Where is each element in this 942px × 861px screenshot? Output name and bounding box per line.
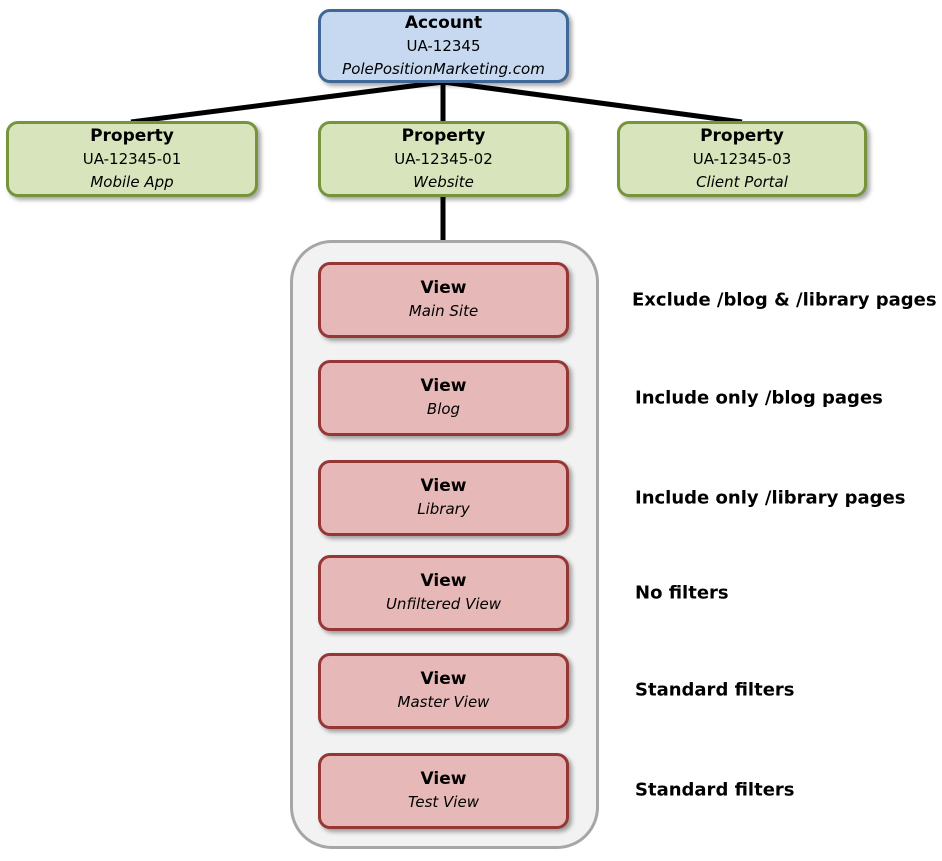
view-filter-label: Include only /blog pages — [635, 387, 883, 409]
property-title: Property — [401, 125, 486, 146]
account-title: Account — [404, 12, 483, 33]
connector-account-property-3 — [442, 79, 743, 125]
account-id: UA-12345 — [406, 36, 481, 55]
property-node: Property UA-12345-01 Mobile App — [6, 121, 258, 197]
view-filter-label: No filters — [635, 582, 729, 604]
property-node: Property UA-12345-03 Client Portal — [617, 121, 867, 197]
view-name: Library — [417, 500, 470, 518]
connector-account-property-1 — [130, 79, 444, 125]
view-title: View — [420, 476, 467, 496]
view-node: View Library — [318, 460, 569, 536]
account-node: Account UA-12345 PolePositionMarketing.c… — [318, 9, 569, 83]
view-name: Main Site — [408, 302, 479, 320]
view-filter-label: Exclude /blog & /library pages — [632, 289, 937, 311]
view-node: View Unfiltered View — [318, 555, 569, 631]
view-title: View — [420, 571, 467, 591]
property-name: Mobile App — [90, 172, 174, 191]
view-title: View — [420, 278, 467, 298]
view-node: View Master View — [318, 653, 569, 729]
property-title: Property — [700, 125, 784, 146]
view-filter-label: Standard filters — [635, 679, 795, 701]
view-node: View Test View — [318, 753, 569, 829]
property-name: Website — [413, 172, 474, 191]
view-title: View — [420, 669, 467, 689]
property-title: Property — [90, 125, 174, 146]
view-filter-label: Standard filters — [635, 779, 795, 801]
property-name: Client Portal — [696, 172, 788, 191]
view-node: View Blog — [318, 360, 569, 436]
view-node: View Main Site — [318, 262, 569, 338]
view-title: View — [420, 376, 467, 396]
view-name: Test View — [408, 793, 479, 811]
account-name: PolePositionMarketing.com — [342, 59, 545, 78]
property-id: UA-12345-03 — [692, 149, 792, 168]
property-id: UA-12345-01 — [82, 149, 182, 168]
property-id: UA-12345-02 — [394, 149, 493, 168]
property-node: Property UA-12345-02 Website — [318, 121, 569, 197]
view-filter-label: Include only /library pages — [635, 487, 906, 509]
view-name: Blog — [426, 400, 461, 418]
view-name: Master View — [397, 693, 490, 711]
view-name: Unfiltered View — [385, 595, 502, 613]
view-title: View — [420, 769, 467, 789]
